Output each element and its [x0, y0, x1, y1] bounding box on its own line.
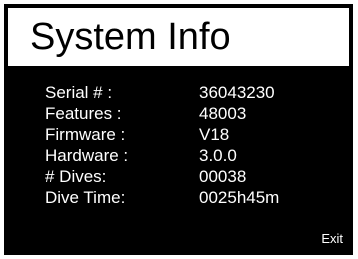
serial-label: Serial # : — [45, 83, 113, 102]
info-row-features: Features : 48003 — [45, 103, 335, 124]
firmware-label: Firmware : — [45, 125, 126, 144]
info-row-dives: # Dives: 00038 — [45, 166, 335, 187]
info-row-firmware: Firmware : V18 — [45, 124, 335, 145]
dives-label: # Dives: — [45, 167, 107, 186]
system-info-list: Serial # : 36043230 Features : 48003 Fir… — [45, 82, 335, 208]
dive-time-value: 0025h45m — [199, 188, 280, 207]
page-title: System Info — [30, 16, 231, 58]
features-value: 48003 — [199, 104, 247, 123]
info-row-serial: Serial # : 36043230 — [45, 82, 335, 103]
exit-button[interactable]: Exit — [321, 231, 343, 247]
system-info-screen: System Info Serial # : 36043230 Features… — [4, 4, 353, 255]
features-label: Features : — [45, 104, 122, 123]
hardware-label: Hardware : — [45, 146, 129, 165]
firmware-value: V18 — [199, 125, 230, 144]
dives-value: 00038 — [199, 167, 247, 186]
info-row-hardware: Hardware : 3.0.0 — [45, 145, 335, 166]
title-bar: System Info — [8, 8, 349, 66]
serial-value: 36043230 — [199, 83, 275, 102]
dive-time-label: Dive Time: — [45, 188, 126, 207]
info-row-dive-time: Dive Time: 0025h45m — [45, 187, 335, 208]
hardware-value: 3.0.0 — [199, 146, 237, 165]
